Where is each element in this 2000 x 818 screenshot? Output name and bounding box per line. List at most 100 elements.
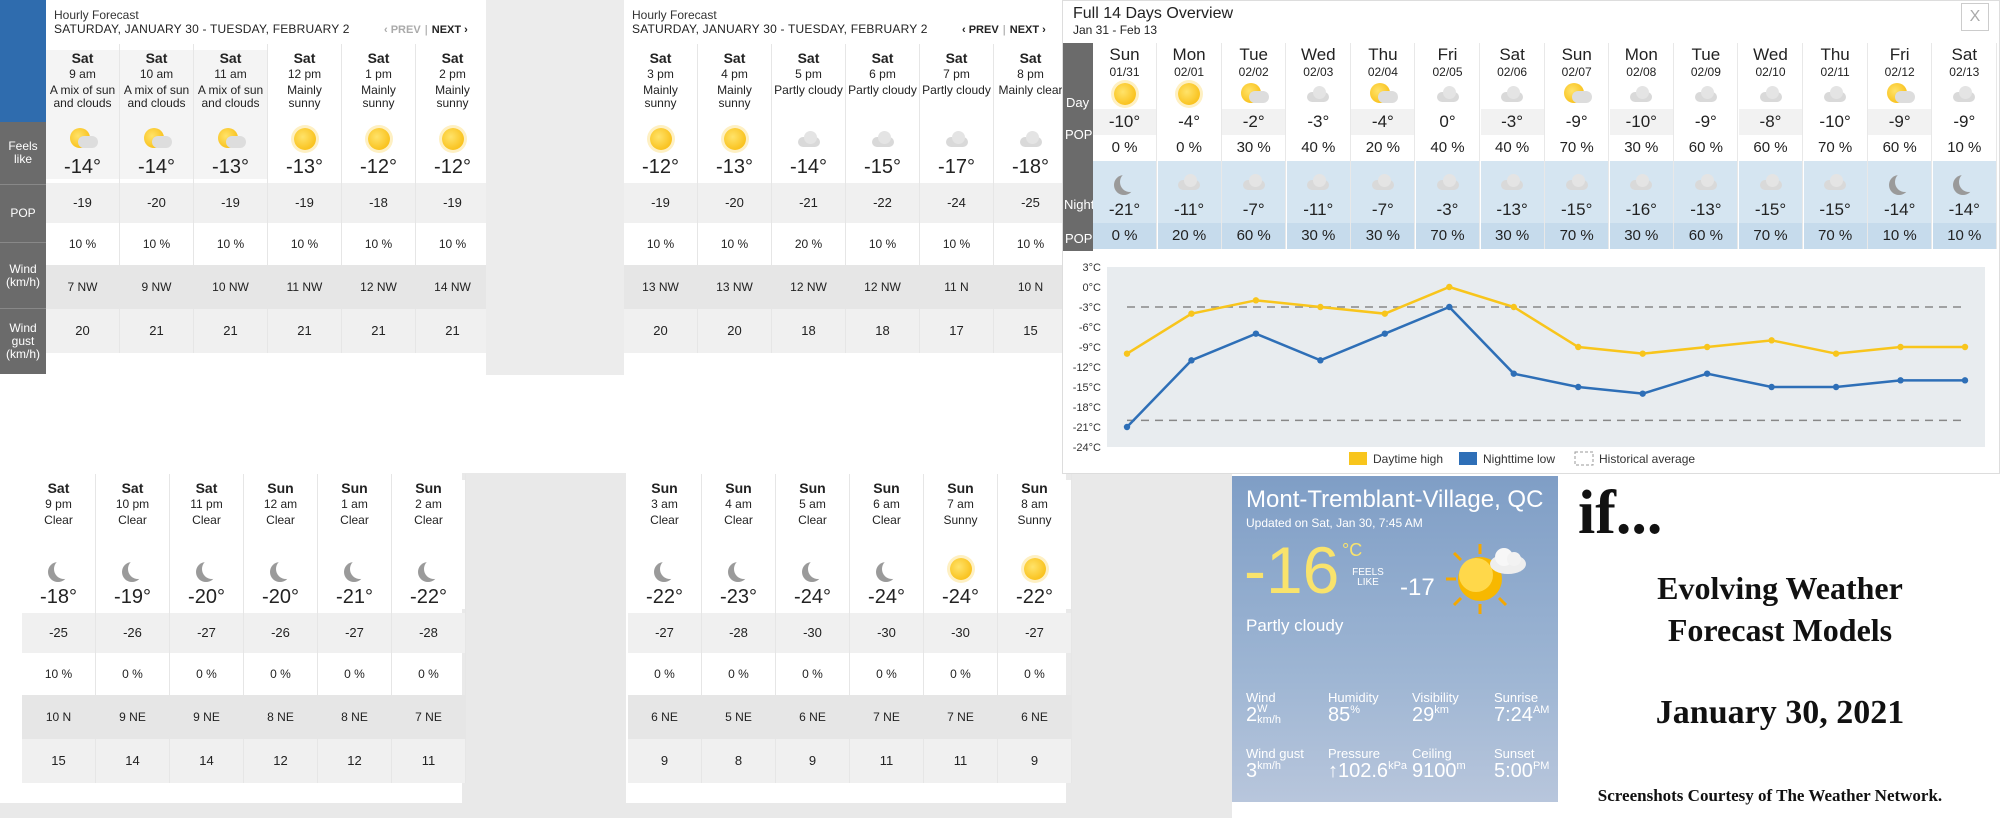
hour-time: 6 am: [873, 497, 900, 511]
overview-weekday: Sun: [1561, 45, 1592, 64]
hour-feels-like: -22: [846, 183, 919, 223]
hour-column: Sun 7 am Sunny -24° -30 0 % 7 NE 11: [924, 474, 998, 783]
hour-feels-like: -30: [776, 613, 849, 653]
hour-temp: -23°: [720, 586, 757, 608]
overview-date: 02/12: [1884, 65, 1915, 79]
hour-temp: -19°: [114, 586, 151, 608]
overview-day-column: Wed 02/03 -3° 40 % -11° 30 %: [1286, 43, 1351, 249]
hour-temp: -18°: [40, 586, 77, 608]
overview-date: 02/08: [1626, 65, 1657, 79]
hour-gust: 20: [624, 309, 697, 353]
hourly-nav-2: ‹ PREV | NEXT ›: [962, 24, 1046, 36]
hour-column: Sat 12 pm Mainly sunny -13° -19 10 % 11 NW 21: [268, 44, 342, 353]
hour-condition: Clear: [650, 513, 679, 527]
data-point: [1639, 390, 1646, 397]
ceiling-value: 9100m: [1412, 760, 1466, 782]
caption-date: January 30, 2021: [1655, 694, 1905, 731]
hour-gust: 11: [924, 739, 997, 783]
hour-feels-like: -26: [96, 613, 169, 653]
hour-pop: 10 %: [720, 237, 749, 251]
hour-feels-like: -19: [268, 183, 341, 223]
y-tick-label: 0°C: [1083, 282, 1102, 294]
hour-gust: 11: [392, 739, 465, 783]
cloud-icon: [1018, 130, 1044, 148]
hourly-title: Hourly Forecast: [54, 8, 139, 22]
data-point: [1252, 330, 1260, 337]
data-point: [1188, 357, 1195, 364]
partly-sunny-icon: [1562, 81, 1592, 107]
overview-date: 02/13: [1949, 65, 1980, 79]
overview-high: -2°: [1222, 109, 1286, 135]
hour-wind: 12 NW: [846, 265, 919, 309]
hour-wind: 14 NW: [416, 265, 489, 309]
overview-day-column: Thu 02/04 -4° 20 % -7° 30 %: [1351, 43, 1416, 249]
hour-time: 9 am: [69, 67, 96, 81]
hour-feels-like: -27: [170, 613, 243, 653]
partly-sunny-icon: [1885, 81, 1915, 107]
hour-temp: -24°: [794, 586, 831, 608]
hour-temp: -12°: [360, 156, 397, 178]
hour-wind: 10 NW: [194, 265, 267, 309]
next-button[interactable]: NEXT ›: [432, 24, 468, 36]
hour-gust: 21: [342, 309, 415, 353]
hour-day: Sun: [725, 480, 752, 496]
humidity-key: Humidity: [1328, 690, 1379, 705]
hour-column: Sat 9 am A mix of sun and clouds -14° -19 10 …: [46, 44, 120, 353]
close-button[interactable]: X: [1961, 3, 1989, 31]
temp-unit: °C: [1342, 540, 1363, 560]
prev-button[interactable]: ‹ PREV: [962, 24, 999, 36]
hour-day: Sat: [871, 50, 894, 66]
hour-column: Sat 3 pm Mainly sunny -12° -19 10 % 13 NW 20: [624, 44, 698, 353]
prev-button[interactable]: ‹ PREV: [384, 24, 421, 36]
next-button[interactable]: NEXT ›: [1010, 24, 1046, 36]
hour-time: 3 pm: [647, 67, 674, 81]
hour-feels-like: -27: [318, 613, 391, 653]
hour-feels-like: -26: [244, 613, 317, 653]
legend-swatch: [1459, 452, 1477, 465]
hour-wind: 5 NE: [702, 695, 775, 739]
overview-high: -4°: [1351, 109, 1415, 135]
hour-column: Sat 4 pm Mainly sunny -13° -20 10 % 13 NW 20: [698, 44, 772, 353]
hour-condition: Mainly sunny: [287, 83, 322, 110]
overview-night-pop: 30 %: [1609, 223, 1673, 249]
hour-condition: Clear: [724, 513, 753, 527]
overview-day-pop: 0 %: [1176, 139, 1203, 156]
legend-swatch: [1574, 451, 1594, 466]
data-point: [1897, 343, 1904, 351]
hour-feels-like: -19: [624, 183, 697, 223]
data-point: [1832, 383, 1840, 391]
overview-date: 02/01: [1174, 65, 1205, 79]
hour-day: Sat: [1019, 50, 1042, 66]
overview-night-pop: 70 %: [1739, 223, 1802, 249]
hour-time: 12 pm: [287, 67, 322, 81]
hour-pop: 0 %: [122, 667, 143, 681]
hour-wind: 11 NW: [268, 265, 341, 309]
hour-time: 7 pm: [943, 67, 970, 81]
hour-column: Sat 10 pm Clear -19° -26 0 % 9 NE 14: [96, 474, 170, 783]
hour-feels-like: -28: [392, 613, 465, 653]
overview-day-pop: 40 %: [1430, 139, 1465, 156]
data-point: [1317, 357, 1324, 364]
overview-low: -15°: [1754, 200, 1787, 219]
hour-column: Sat 8 pm Mainly clear -18° -25 10 % 10 N 15: [994, 44, 1068, 353]
hour-feels-like: -25: [22, 613, 95, 653]
hour-feels-like: -19: [46, 183, 119, 223]
moon-icon: [128, 559, 148, 579]
hour-day: Sat: [441, 50, 464, 66]
hour-feels-like: -25: [994, 183, 1067, 223]
moon-icon: [202, 559, 222, 579]
hour-time: 7 am: [947, 497, 974, 511]
cloud-icon: [1758, 85, 1784, 103]
hour-feels-like: -30: [850, 613, 923, 653]
overview-day-pop: 60 %: [1753, 139, 1788, 156]
hour-gust: 17: [920, 309, 993, 353]
row-labels-1: Feels like POP Wind (km/h) Wind gust (km…: [0, 122, 46, 374]
hour-temp: -17°: [938, 156, 975, 178]
hour-gust: 15: [22, 739, 95, 783]
hour-feels-like: -24: [920, 183, 993, 223]
hour-condition: A mix of sun and clouds: [197, 83, 264, 110]
overview-title: Full 14 Days Overview: [1073, 5, 1234, 22]
hour-wind: 12 NW: [772, 265, 845, 309]
y-tick-label: -24°C: [1073, 442, 1101, 454]
data-point: [1317, 303, 1324, 311]
